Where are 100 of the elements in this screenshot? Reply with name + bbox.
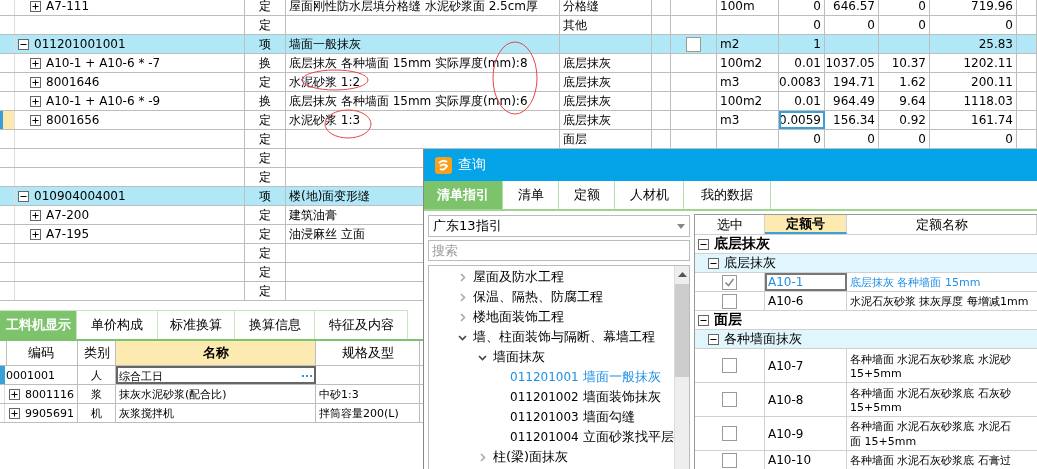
expand-icon[interactable] xyxy=(9,388,20,400)
tree-entry[interactable]: 011201003 墙面勾缝 xyxy=(429,407,674,427)
table-cell: 底层抹灰 xyxy=(560,111,652,129)
item-row[interactable]: 011201001001 项 墙面一般抹灰 m2 1 25.83 xyxy=(0,35,1037,54)
tree-item[interactable]: 柱(梁)面抹灰 xyxy=(493,448,569,466)
expand-icon[interactable] xyxy=(30,57,41,69)
expand-icon[interactable] xyxy=(30,0,41,12)
quota-code[interactable]: A10-6 xyxy=(765,292,847,310)
table-cell: 定 xyxy=(245,225,286,243)
panel-tab[interactable]: 单价构成 xyxy=(77,310,158,339)
expand-icon[interactable] xyxy=(30,228,41,240)
library-dropdown[interactable]: 广东13指引 xyxy=(428,215,690,237)
tree-entry[interactable]: 011201001 墙面一般抹灰 xyxy=(429,367,674,387)
collapse-icon[interactable] xyxy=(18,38,29,50)
table-cell: m3 xyxy=(717,73,779,91)
table-cell: 1118.03 xyxy=(930,92,1017,110)
checkbox[interactable] xyxy=(722,426,737,441)
table-cell: 0.01 xyxy=(779,92,825,110)
collapse-icon[interactable] xyxy=(18,190,29,202)
panel-tab[interactable]: 换算信息 xyxy=(235,310,315,339)
table-cell: 屋面刚性防水层填分格缝 水泥砂浆面 2.5cm厚 xyxy=(286,0,560,15)
table-cell: 水泥砂浆 1:2 xyxy=(286,73,560,91)
table-cell: 964.49 xyxy=(825,92,879,110)
column-header[interactable]: 名称 xyxy=(116,341,316,365)
quota-code[interactable]: A10-8 xyxy=(765,383,847,416)
table-cell: 1037.05 xyxy=(825,54,879,72)
column-header[interactable]: 定额号 xyxy=(765,215,847,234)
quota-code[interactable]: A10-1 xyxy=(765,273,847,291)
expand-icon[interactable] xyxy=(30,95,41,107)
table-cell: 100m2 xyxy=(717,54,779,72)
expand-icon[interactable] xyxy=(9,407,20,419)
column-header[interactable]: 编码 xyxy=(5,341,78,365)
tree-item[interactable]: 墙、柱面装饰与隔断、幕墙工程 xyxy=(473,328,655,346)
row-code: A10-1 + A10-6 * -9 xyxy=(46,94,161,108)
expand-icon[interactable] xyxy=(30,209,41,221)
column-header[interactable]: 规格及型 xyxy=(316,341,420,365)
table-cell: 719.96 xyxy=(930,0,1017,15)
table-cell: 200.11 xyxy=(930,73,1017,91)
app-logo-icon xyxy=(435,156,452,174)
checkbox[interactable] xyxy=(722,293,737,309)
tree-item[interactable]: 楼地面装饰工程 xyxy=(473,308,564,326)
table-cell: 中砂1:3 xyxy=(316,385,420,403)
panel-tab[interactable]: 标准换算 xyxy=(158,310,235,339)
row-code: 011201001001 xyxy=(34,37,126,51)
checkbox[interactable] xyxy=(722,274,737,290)
checkbox[interactable] xyxy=(686,36,701,52)
table-cell: 194.71 xyxy=(825,73,879,91)
table-cell: 25.83 xyxy=(930,35,1017,53)
table-cell: 1 xyxy=(779,35,825,53)
tree-entry[interactable]: 011201004 立面砂浆找平层 xyxy=(429,427,674,447)
row-code: 010904004001 xyxy=(34,189,126,203)
table-cell: 机 xyxy=(78,404,116,422)
table-cell: 面层 xyxy=(560,130,652,148)
annotation-circle xyxy=(301,69,369,91)
checkbox[interactable] xyxy=(722,358,737,373)
table-cell: 0 xyxy=(779,130,825,148)
subgroup-label: 底层抹灰 xyxy=(724,254,776,272)
table-cell: 1202.11 xyxy=(930,54,1017,72)
name-input-field[interactable]: 综合工日 xyxy=(116,366,316,384)
chevron-down-icon[interactable] xyxy=(458,332,467,342)
table-cell: 0 xyxy=(879,130,930,148)
collapse-icon[interactable] xyxy=(698,314,709,326)
row-code: A7-195 xyxy=(46,227,90,241)
collapse-icon[interactable] xyxy=(708,333,719,345)
table-cell: 分格缝 xyxy=(560,0,652,15)
column-header[interactable]: 定额名称 xyxy=(847,215,1037,234)
search-field[interactable]: 搜索 xyxy=(428,240,690,261)
table-cell: 定 xyxy=(245,168,286,186)
subgroup-label: 各种墙面抹灰 xyxy=(724,330,802,348)
tree-entry[interactable]: 011201002 墙面装饰抹灰 xyxy=(429,387,674,407)
checkbox[interactable] xyxy=(722,452,737,468)
caret-icon xyxy=(677,223,685,229)
expand-icon[interactable] xyxy=(30,76,41,88)
table-cell: 0 xyxy=(930,130,1017,148)
table-cell: 定 xyxy=(245,0,286,15)
table-cell: 换 xyxy=(245,54,286,72)
tree-item[interactable]: 墙面抹灰 xyxy=(493,348,545,366)
table-cell: 拌筒容量200(L) xyxy=(316,404,420,422)
row-code: 8001646 xyxy=(46,75,100,89)
tree-item[interactable]: 屋面及防水工程 xyxy=(473,268,564,286)
collapse-icon[interactable] xyxy=(708,257,719,269)
expand-icon[interactable] xyxy=(30,114,41,126)
table-cell: 换 xyxy=(245,92,286,110)
group-label: 面层 xyxy=(714,311,742,329)
quota-code[interactable]: A10-7 xyxy=(765,349,847,382)
row-code: 8001656 xyxy=(46,113,100,127)
quota-name: 底层抹灰 各种墙面 15mm xyxy=(849,274,982,291)
checkbox[interactable] xyxy=(722,392,737,407)
quota-code[interactable]: A10-10 xyxy=(765,451,847,469)
scrollbar-thumb[interactable] xyxy=(675,284,689,377)
row-code: A7-111 xyxy=(46,0,90,13)
table-cell: 定 xyxy=(245,282,286,300)
quota-code[interactable]: A10-9 xyxy=(765,417,847,450)
table-cell: 底层抹灰 xyxy=(560,73,652,91)
collapse-icon[interactable] xyxy=(698,238,709,250)
scrollbar[interactable] xyxy=(674,266,689,469)
tree-item[interactable]: 保温、隔热、防腐工程 xyxy=(473,288,603,306)
chevron-down-icon[interactable] xyxy=(478,352,487,362)
table-cell: 水泥砂浆 1:3 xyxy=(286,111,560,129)
panel-tab[interactable]: 特征及内容 xyxy=(315,310,408,339)
